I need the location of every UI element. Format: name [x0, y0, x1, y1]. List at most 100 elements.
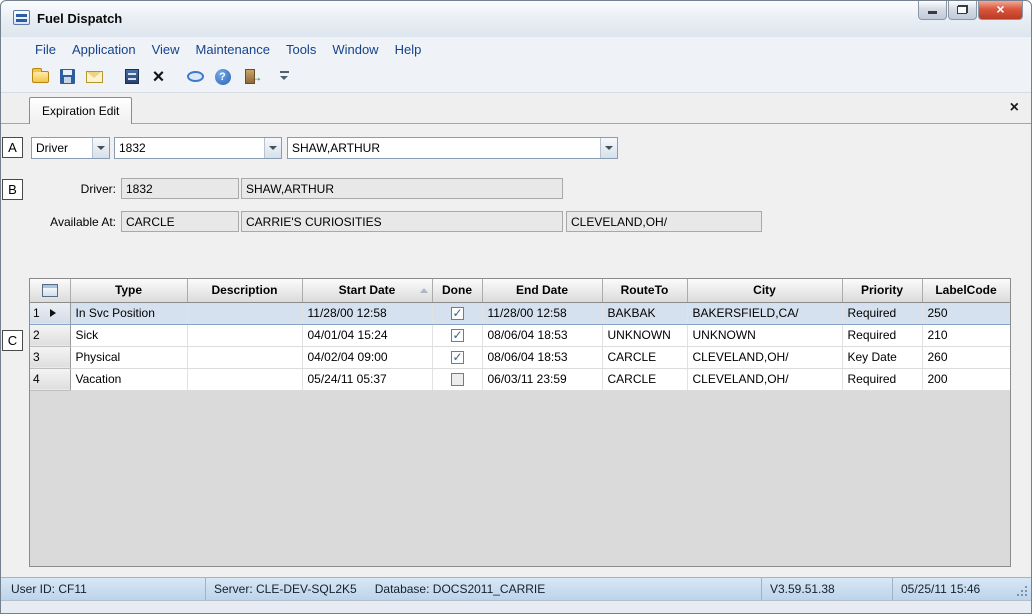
menu-file[interactable]: File	[27, 39, 64, 60]
cell-type[interactable]: Physical	[70, 346, 187, 368]
cell-done[interactable]	[432, 302, 482, 324]
resize-grip[interactable]	[1017, 586, 1029, 598]
cell-done[interactable]	[432, 324, 482, 346]
driver-label: Driver:	[41, 182, 116, 196]
driver-id-combo[interactable]: 1832	[114, 137, 282, 159]
cell-description[interactable]	[187, 324, 302, 346]
cell-route-to[interactable]: CARCLE	[602, 368, 687, 390]
cell-type[interactable]: Sick	[70, 324, 187, 346]
cell-city[interactable]: BAKERSFIELD,CA/	[687, 302, 842, 324]
cell-priority[interactable]: Required	[842, 368, 922, 390]
column-header-routeto[interactable]: RouteTo	[602, 279, 687, 302]
help-icon[interactable]	[209, 63, 236, 90]
cell-end-date[interactable]: 06/03/11 23:59	[482, 368, 602, 390]
driver-name-combo[interactable]: SHAW,ARTHUR	[287, 137, 618, 159]
cell-route-to[interactable]: BAKBAK	[602, 302, 687, 324]
cell-label-code[interactable]: 210	[922, 324, 1010, 346]
column-header-priority[interactable]: Priority	[842, 279, 922, 302]
notes-icon[interactable]	[182, 63, 209, 90]
column-header-labelcode[interactable]: LabelCode	[922, 279, 1010, 302]
cell-type[interactable]: In Svc Position	[70, 302, 187, 324]
grid-row-4[interactable]: 4Vacation 05/24/11 05:37 06/03/11 23:59CAR…	[30, 368, 1010, 390]
column-header-start-date[interactable]: Start Date	[302, 279, 432, 302]
status-server: Server: CLE-DEV-SQL2K5	[214, 582, 357, 596]
cell-city[interactable]: UNKNOWN	[687, 324, 842, 346]
cell-label-code[interactable]: 250	[922, 302, 1010, 324]
mode-combo[interactable]: Driver	[31, 137, 110, 159]
cell-city[interactable]: CLEVELAND,OH/	[687, 346, 842, 368]
status-user-segment: User ID: CF11	[3, 578, 205, 600]
available-at-code-field: CARCLE	[121, 211, 239, 232]
tab-close-icon[interactable]: ×	[1010, 98, 1019, 118]
done-checkbox[interactable]	[451, 329, 464, 342]
toolbar	[1, 61, 1031, 93]
status-datetime-segment: 05/25/11 15:46	[892, 578, 1009, 600]
delete-icon[interactable]	[145, 63, 172, 90]
cell-start-date[interactable]: 04/02/04 09:00	[302, 346, 432, 368]
toolbar-overflow-icon[interactable]	[277, 69, 291, 85]
cell-start-date[interactable]: 11/28/00 12:58	[302, 302, 432, 324]
cell-done[interactable]	[432, 346, 482, 368]
cell-start-date[interactable]: 04/01/04 15:24	[302, 324, 432, 346]
column-header-type[interactable]: Type	[70, 279, 187, 302]
cell-priority[interactable]: Key Date	[842, 346, 922, 368]
cell-route-to[interactable]: UNKNOWN	[602, 324, 687, 346]
cell-description[interactable]	[187, 302, 302, 324]
column-header-description[interactable]: Description	[187, 279, 302, 302]
tab-expiration-edit[interactable]: Expiration Edit	[29, 97, 132, 124]
cell-done[interactable]	[432, 368, 482, 390]
cell-description[interactable]	[187, 368, 302, 390]
exit-icon[interactable]	[236, 63, 263, 90]
row-header-2[interactable]: 2	[30, 324, 70, 346]
grid-row-2[interactable]: 2Sick04/01/04 15:2408/06/04 18:53UNKNOWN…	[30, 324, 1010, 346]
mail-icon[interactable]	[81, 63, 108, 90]
report-icon[interactable]	[118, 63, 145, 90]
status-bar: User ID: CF11 Server: CLE-DEV-SQL2K5 Dat…	[1, 577, 1031, 600]
menu-view[interactable]: View	[144, 39, 188, 60]
column-header-end-date[interactable]: End Date	[482, 279, 602, 302]
driver-name-combo-dropdown-icon[interactable]	[600, 138, 617, 158]
menu-tools[interactable]: Tools	[278, 39, 324, 60]
cell-priority[interactable]: Required	[842, 324, 922, 346]
grid-row-1[interactable]: 1In Svc Position 11/28/00 12:58 11/28/00 1…	[30, 302, 1010, 324]
cell-label-code[interactable]: 260	[922, 346, 1010, 368]
available-at-label: Available At:	[29, 215, 116, 229]
cell-description[interactable]	[187, 346, 302, 368]
current-row-arrow	[50, 309, 56, 317]
mode-combo-dropdown-icon[interactable]	[92, 138, 109, 158]
menu-window[interactable]: Window	[324, 39, 386, 60]
cell-priority[interactable]: Required	[842, 302, 922, 324]
cell-end-date[interactable]: 08/06/04 18:53	[482, 324, 602, 346]
save-icon[interactable]	[54, 63, 81, 90]
driver-name-field: SHAW,ARTHUR	[241, 178, 563, 199]
done-checkbox[interactable]	[451, 373, 464, 386]
cell-city[interactable]: CLEVELAND,OH/	[687, 368, 842, 390]
menu-application[interactable]: Application	[64, 39, 144, 60]
annotation-c: C	[2, 330, 23, 351]
cell-label-code[interactable]: 200	[922, 368, 1010, 390]
minimize-button[interactable]	[918, 1, 947, 20]
menu-maintenance[interactable]: Maintenance	[188, 39, 278, 60]
done-checkbox[interactable]	[451, 351, 464, 364]
close-button[interactable]: ×	[978, 1, 1023, 20]
titlebar[interactable]: Fuel Dispatch ×	[1, 1, 1031, 37]
row-selector-header[interactable]	[30, 279, 70, 302]
open-folder-icon[interactable]	[27, 63, 54, 90]
cell-end-date[interactable]: 11/28/00 12:58	[482, 302, 602, 324]
done-checkbox[interactable]	[451, 307, 464, 320]
grid-row-3[interactable]: 3Physical 04/02/04 09:00 08/06/04 18:53CAR…	[30, 346, 1010, 368]
cell-start-date[interactable]: 05/24/11 05:37	[302, 368, 432, 390]
column-header-done[interactable]: Done	[432, 279, 482, 302]
column-header-city[interactable]: City	[687, 279, 842, 302]
status-database: Database: DOCS2011_CARRIE	[375, 582, 546, 596]
cell-route-to[interactable]: CARCLE	[602, 346, 687, 368]
restore-button[interactable]	[948, 1, 977, 20]
menu-help[interactable]: Help	[387, 39, 430, 60]
row-header-3[interactable]: 3	[30, 346, 70, 368]
row-header-4[interactable]: 4	[30, 368, 70, 390]
driver-id-combo-dropdown-icon[interactable]	[264, 138, 281, 158]
cell-type[interactable]: Vacation	[70, 368, 187, 390]
row-header-1[interactable]: 1	[30, 302, 70, 324]
cell-end-date[interactable]: 08/06/04 18:53	[482, 346, 602, 368]
window-controls: ×	[917, 1, 1023, 20]
